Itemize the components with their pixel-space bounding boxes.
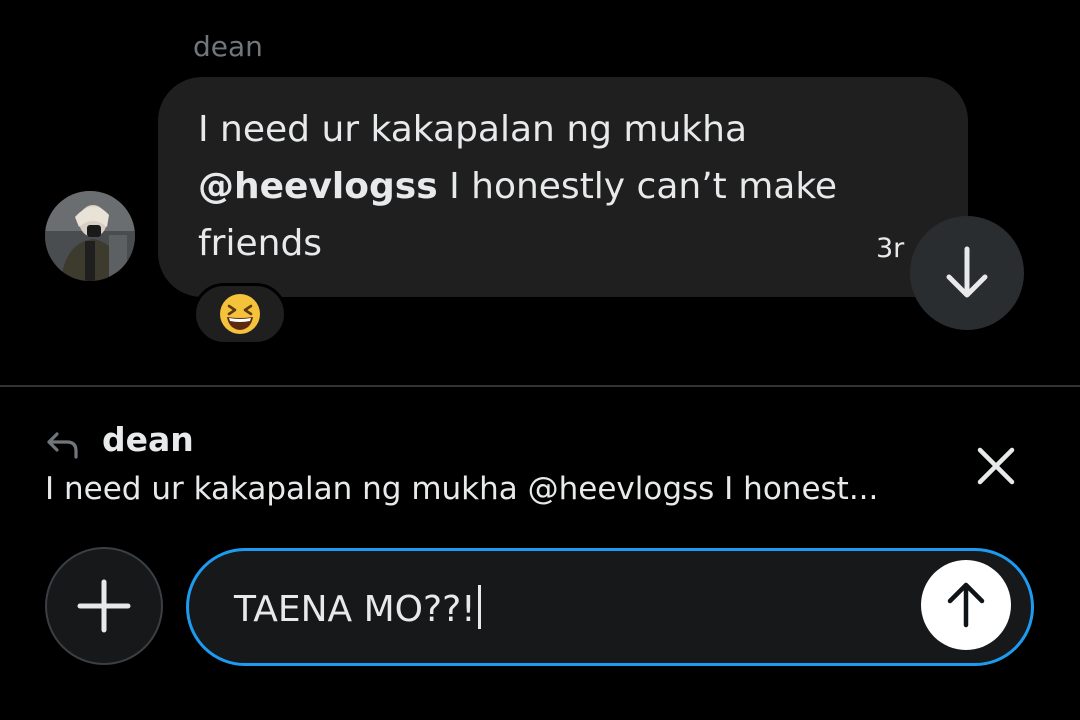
plus-icon: [77, 579, 131, 633]
send-button[interactable]: [921, 560, 1011, 650]
grinning-squinting-face-icon: [220, 294, 260, 334]
message-sender-name: dean: [193, 30, 263, 63]
add-media-button[interactable]: [45, 547, 163, 665]
message-input-value: TAENA MO??!: [234, 589, 476, 630]
reaction-badge[interactable]: [193, 283, 287, 345]
mention-link[interactable]: @heevlogss: [198, 166, 438, 207]
message-input[interactable]: TAENA MO??!: [186, 548, 1034, 666]
message-timestamp: 3r: [876, 233, 905, 264]
reply-arrow-icon: [47, 432, 78, 459]
text-cursor: [477, 585, 481, 629]
message-line-1: I need ur kakapalan ng mukha: [198, 109, 748, 150]
message-text: I need ur kakapalan ng mukha @heevlogss …: [198, 101, 888, 272]
message-input-text[interactable]: TAENA MO??!: [234, 585, 481, 630]
close-icon: [977, 447, 1015, 485]
message-bubble[interactable]: I need ur kakapalan ng mukha @heevlogss …: [158, 77, 968, 297]
avatar-photo-icon: [45, 191, 135, 281]
message-line-3: friends: [198, 223, 323, 264]
dm-conversation-screen: dean I need ur kakapalan ng mukha @heevl…: [0, 0, 1080, 720]
scroll-to-bottom-button[interactable]: [910, 216, 1024, 330]
replying-to-preview: I need ur kakapalan ng mukha @heevlogss …: [45, 471, 879, 507]
cancel-reply-button[interactable]: [970, 440, 1022, 492]
arrow-up-icon: [947, 582, 985, 628]
message-line-2: I honestly can’t make: [437, 166, 838, 207]
avatar[interactable]: [45, 191, 135, 281]
arrow-down-icon: [946, 246, 988, 298]
replying-to-name: dean: [102, 420, 194, 459]
composer-divider: [0, 385, 1080, 387]
